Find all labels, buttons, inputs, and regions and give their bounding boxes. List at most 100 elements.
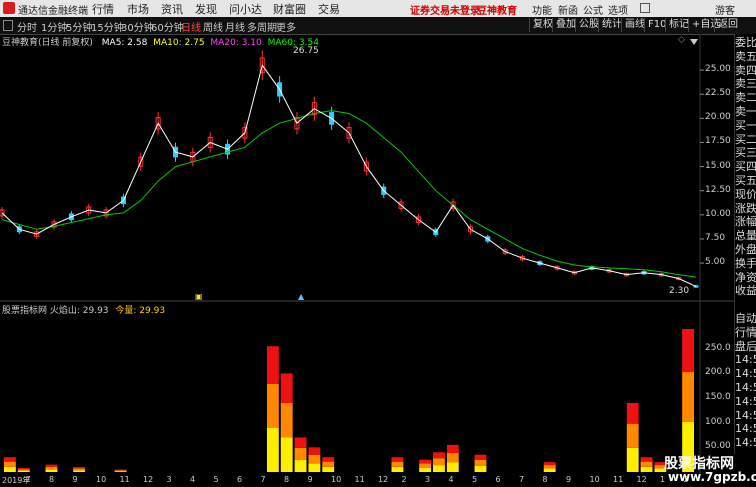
side-panel-item[interactable]: 外盘 — [735, 243, 756, 256]
side-panel-item[interactable]: 14:50 — [735, 381, 756, 394]
indicator-y-tick-label: 200.0 — [705, 367, 731, 378]
flame-bar-segment — [308, 454, 321, 464]
indicator-y-tick-label: 100.0 — [705, 416, 731, 427]
side-panel-item[interactable]: 14:50 — [735, 367, 756, 380]
x-axis-tick-label: 5 — [472, 475, 478, 484]
period-more[interactable]: 更多 — [276, 19, 296, 34]
side-panel-item[interactable]: 买三 — [735, 146, 756, 159]
period-toolbar: 分时 1分钟 5分钟 15分钟 30分钟 60分钟 日线 周线 月线 多周期 更… — [0, 17, 756, 35]
side-panel-item[interactable]: 收益 — [735, 284, 756, 297]
flame-bar-segment — [45, 466, 58, 470]
x-axis-tick-label: 4 — [448, 475, 454, 484]
side-panel-item[interactable]: 买一 — [735, 119, 756, 132]
period-multi[interactable]: 多周期 — [247, 19, 277, 34]
period-fenshi[interactable]: 分时 — [17, 19, 37, 34]
period-1min[interactable]: 1分钟 — [41, 19, 67, 34]
event-marker-icon[interactable]: ▣ — [195, 292, 203, 301]
flame-bar-segment — [266, 383, 279, 428]
flame-bar-segment — [114, 470, 127, 472]
side-panel-item[interactable]: 总量 — [735, 229, 756, 242]
period-15min[interactable]: 15分钟 — [91, 19, 124, 34]
flame-bar-segment — [419, 467, 432, 472]
side-panel-item[interactable]: 盘后 — [735, 340, 756, 353]
flame-bar-segment — [45, 464, 58, 467]
flame-bar-segment — [640, 461, 653, 467]
menu-options[interactable]: 选项 — [608, 2, 628, 17]
flame-bar-segment — [433, 452, 445, 459]
menu-wealth[interactable]: 财富圈 — [273, 1, 306, 17]
period-5min[interactable]: 5分钟 — [66, 19, 92, 34]
flame-bar-segment — [294, 437, 307, 448]
menu-news[interactable]: 资讯 — [161, 1, 183, 17]
menu-new[interactable]: 新函 — [558, 2, 578, 17]
flame-bar-segment — [446, 444, 459, 454]
ma5-series-line — [1, 64, 697, 287]
side-panel-item[interactable]: 换手 — [735, 257, 756, 270]
side-panel-item[interactable]: 涨跌 — [735, 202, 756, 215]
flame-bar-segment — [322, 457, 335, 462]
side-panel-item[interactable]: 卖一 — [735, 105, 756, 118]
side-panel-item[interactable]: 14:50 — [735, 409, 756, 422]
low-price-label: 2.30 — [669, 286, 690, 296]
flame-bar-segment — [391, 461, 404, 467]
flame-bar-segment — [626, 423, 639, 448]
menu-market[interactable]: 行情 — [92, 1, 114, 17]
flame-bar-segment — [73, 470, 86, 472]
menu-guest[interactable]: 游客 — [715, 2, 735, 17]
flame-bar-segment — [391, 457, 404, 462]
flame-bar-segment — [294, 447, 307, 460]
x-axis-tick-label: 9 — [72, 475, 78, 484]
y-axis-tick-label: 25.00 — [705, 64, 731, 75]
x-axis-tick-label: 11 — [119, 475, 130, 484]
side-panel-item[interactable]: 行情 — [735, 326, 756, 339]
period-weekly[interactable]: 周线 — [203, 19, 223, 34]
menu-ask[interactable]: 问小达 — [229, 1, 262, 17]
side-panel-item[interactable]: 14:50 — [735, 436, 756, 449]
side-panel-item[interactable]: 现价 — [735, 188, 756, 201]
window-icon[interactable] — [640, 3, 650, 13]
flame-bar-segment — [73, 468, 86, 471]
period-daily[interactable]: 日线 — [181, 19, 201, 34]
period-30min[interactable]: 30分钟 — [121, 19, 154, 34]
menu-discover[interactable]: 发现 — [195, 1, 217, 17]
flame-bar-segment — [308, 447, 321, 455]
flame-bar-segment — [266, 427, 279, 472]
x-axis-tick-label: 7 — [25, 475, 31, 484]
side-panel-item[interactable]: 卖五 — [735, 50, 756, 63]
period-60min[interactable]: 60分钟 — [151, 19, 184, 34]
side-panel-item[interactable]: 买四 — [735, 160, 756, 173]
flame-bar-segment — [433, 465, 445, 472]
side-panel-item[interactable]: 买五 — [735, 174, 756, 187]
flame-bar-segment — [682, 329, 694, 372]
menu-shichang[interactable]: 市场 — [127, 1, 149, 17]
flame-bar-segment — [474, 454, 487, 460]
side-panel-item[interactable]: 涨幅 — [735, 215, 756, 228]
x-axis-tick-label: 7 — [260, 475, 266, 484]
menu-formula[interactable]: 公式 — [583, 2, 603, 17]
event-marker-icon[interactable]: ▲ — [298, 292, 304, 301]
btn-back[interactable]: 返回 — [714, 18, 741, 32]
panel-toggle-icon[interactable] — [3, 20, 13, 31]
period-monthly[interactable]: 月线 — [225, 19, 245, 34]
login-status[interactable]: 证券交易未登录 — [410, 2, 480, 17]
flame-bar-segment — [322, 461, 335, 467]
side-panel-item[interactable]: 14:50 — [735, 395, 756, 408]
menu-function[interactable]: 功能 — [532, 2, 552, 17]
side-panel-item[interactable]: 14:50 — [735, 353, 756, 366]
flame-bars — [4, 329, 694, 472]
flame-bar-segment — [280, 402, 293, 438]
title-bar: 通达信金融终端 行情 市场 资讯 发现 问小达 财富圈 交易 证券交易未登录 豆… — [0, 0, 756, 17]
side-panel-item[interactable]: 净资 — [735, 271, 756, 284]
side-panel-item[interactable]: 卖三 — [735, 77, 756, 90]
flame-bar-segment — [474, 465, 487, 472]
side-panel-item[interactable]: 卖二 — [735, 91, 756, 104]
side-panel-item[interactable]: 买二 — [735, 133, 756, 146]
side-panel-item[interactable]: 自动 — [735, 312, 756, 325]
indicator-info: 股票指标网 火焰山: 29.93 今量: 29.93 — [2, 303, 165, 316]
side-panel-item[interactable]: 14:50 — [735, 422, 756, 435]
flame-bar-segment — [419, 463, 432, 468]
side-panel-item[interactable]: 卖四 — [735, 64, 756, 77]
side-panel-item[interactable]: 委比 — [735, 36, 756, 49]
menu-trade[interactable]: 交易 — [318, 1, 340, 17]
flame-bar-segment — [322, 466, 335, 472]
